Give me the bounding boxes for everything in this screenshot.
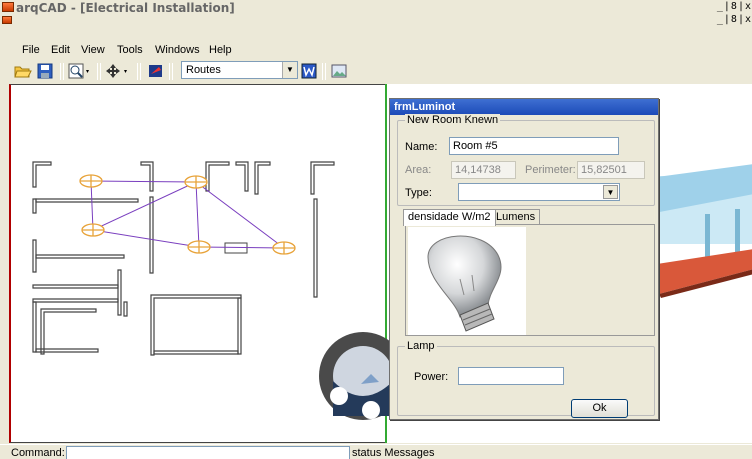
area-field: 14,14738 [451, 161, 516, 179]
toolbar-separator [169, 63, 170, 80]
wall [149, 196, 154, 274]
toolbar-separator [100, 63, 101, 80]
name-field[interactable]: Room #5 [449, 137, 619, 155]
routes-combo-value: Routes [186, 64, 221, 76]
save-icon[interactable] [37, 63, 53, 79]
wall [32, 301, 37, 353]
wall [237, 297, 242, 355]
wall [35, 254, 125, 259]
toolbar-separator [60, 63, 61, 80]
app-icon [2, 2, 14, 12]
toolbar-separator [325, 63, 326, 80]
toolbar-separator [137, 63, 138, 80]
tab-lumens[interactable]: Lumens [491, 209, 541, 225]
menu-tools[interactable]: Tools [117, 44, 143, 56]
toolbar-separator [140, 63, 141, 80]
bulb-glass [427, 235, 502, 318]
status-bar: Command: status Messages [0, 444, 752, 459]
menu-edit[interactable]: Edit [51, 44, 70, 56]
menu-windows[interactable]: Windows [155, 44, 200, 56]
power-label: Power: [414, 371, 449, 383]
orbit-icon[interactable] [330, 387, 348, 405]
window-controls[interactable]: _|8|x [717, 1, 752, 12]
pan-icon[interactable] [105, 63, 131, 79]
route-line [195, 181, 200, 248]
wall [35, 198, 139, 203]
image-icon[interactable] [331, 63, 347, 79]
type-label: Type: [405, 187, 432, 199]
menu-view[interactable]: View [81, 44, 105, 56]
area-label: Area: [405, 164, 432, 176]
wall [32, 284, 119, 289]
perimeter-field: 15,82501 [577, 161, 645, 179]
column [705, 214, 710, 259]
route-line [90, 180, 197, 231]
luminaire[interactable] [272, 241, 296, 255]
toolbar-separator [63, 63, 64, 80]
luminaire[interactable] [79, 174, 103, 188]
toolbar-separator [97, 63, 98, 80]
luminaire[interactable] [184, 175, 208, 189]
dialog-title: frmLuminot [390, 99, 658, 115]
luminaires [79, 174, 296, 255]
wall [32, 298, 119, 303]
wall [235, 161, 249, 192]
power-field[interactable] [458, 367, 564, 385]
wall [150, 294, 242, 356]
routes-combo[interactable]: Routes ▼ [181, 61, 298, 79]
command-input[interactable] [66, 446, 350, 459]
chevron-down-icon[interactable]: ▼ [282, 62, 297, 78]
lamp-image [408, 227, 526, 335]
light-bulb-icon [427, 235, 502, 332]
command-label: Command: [11, 447, 65, 459]
layers-icon[interactable] [148, 63, 164, 79]
wall [205, 161, 230, 192]
menu-file[interactable]: File [22, 44, 40, 56]
wall [32, 161, 52, 188]
luminaire[interactable] [187, 240, 211, 254]
menu-help[interactable]: Help [209, 44, 232, 56]
window-title: arqCAD - [Electrical Installation] [16, 1, 235, 15]
wall [313, 198, 318, 298]
wall [254, 161, 271, 195]
title-bar: arqCAD - [Electrical Installation] _|8|x… [0, 0, 752, 26]
wall [153, 350, 239, 355]
perimeter-label: Perimeter: [525, 164, 576, 176]
tiled-floor [657, 249, 752, 294]
wall [35, 348, 99, 353]
walk-icon[interactable] [362, 401, 380, 419]
tab-densidade[interactable]: densidade W/m2 [403, 209, 496, 226]
wall [40, 308, 97, 355]
walls [32, 161, 335, 356]
chevron-down-icon[interactable]: ▼ [603, 185, 618, 199]
zoom-icon[interactable] [68, 63, 92, 79]
child-window-icon[interactable] [2, 16, 12, 24]
ok-button[interactable]: Ok [571, 399, 628, 418]
wall [123, 301, 128, 317]
name-label: Name: [405, 141, 438, 153]
word-icon[interactable] [301, 63, 317, 79]
luminaire[interactable] [81, 223, 105, 237]
open-folder-icon[interactable] [14, 63, 32, 79]
type-select[interactable]: ▼ [458, 183, 620, 201]
toolbar-separator [322, 63, 323, 80]
wall [140, 161, 154, 192]
wall [117, 269, 122, 316]
wall [310, 161, 335, 195]
lamp-group-title: Lamp [405, 340, 437, 352]
room-group-title: New Room Knewn [405, 114, 501, 126]
toolbar-separator [172, 63, 173, 80]
child-window-controls[interactable]: _|8|x [717, 14, 752, 25]
status-messages: status Messages [352, 447, 435, 459]
tab-panel [405, 224, 655, 336]
toolbar [0, 58, 752, 84]
menu-bar: File Edit View Tools Windows Help [0, 40, 752, 58]
